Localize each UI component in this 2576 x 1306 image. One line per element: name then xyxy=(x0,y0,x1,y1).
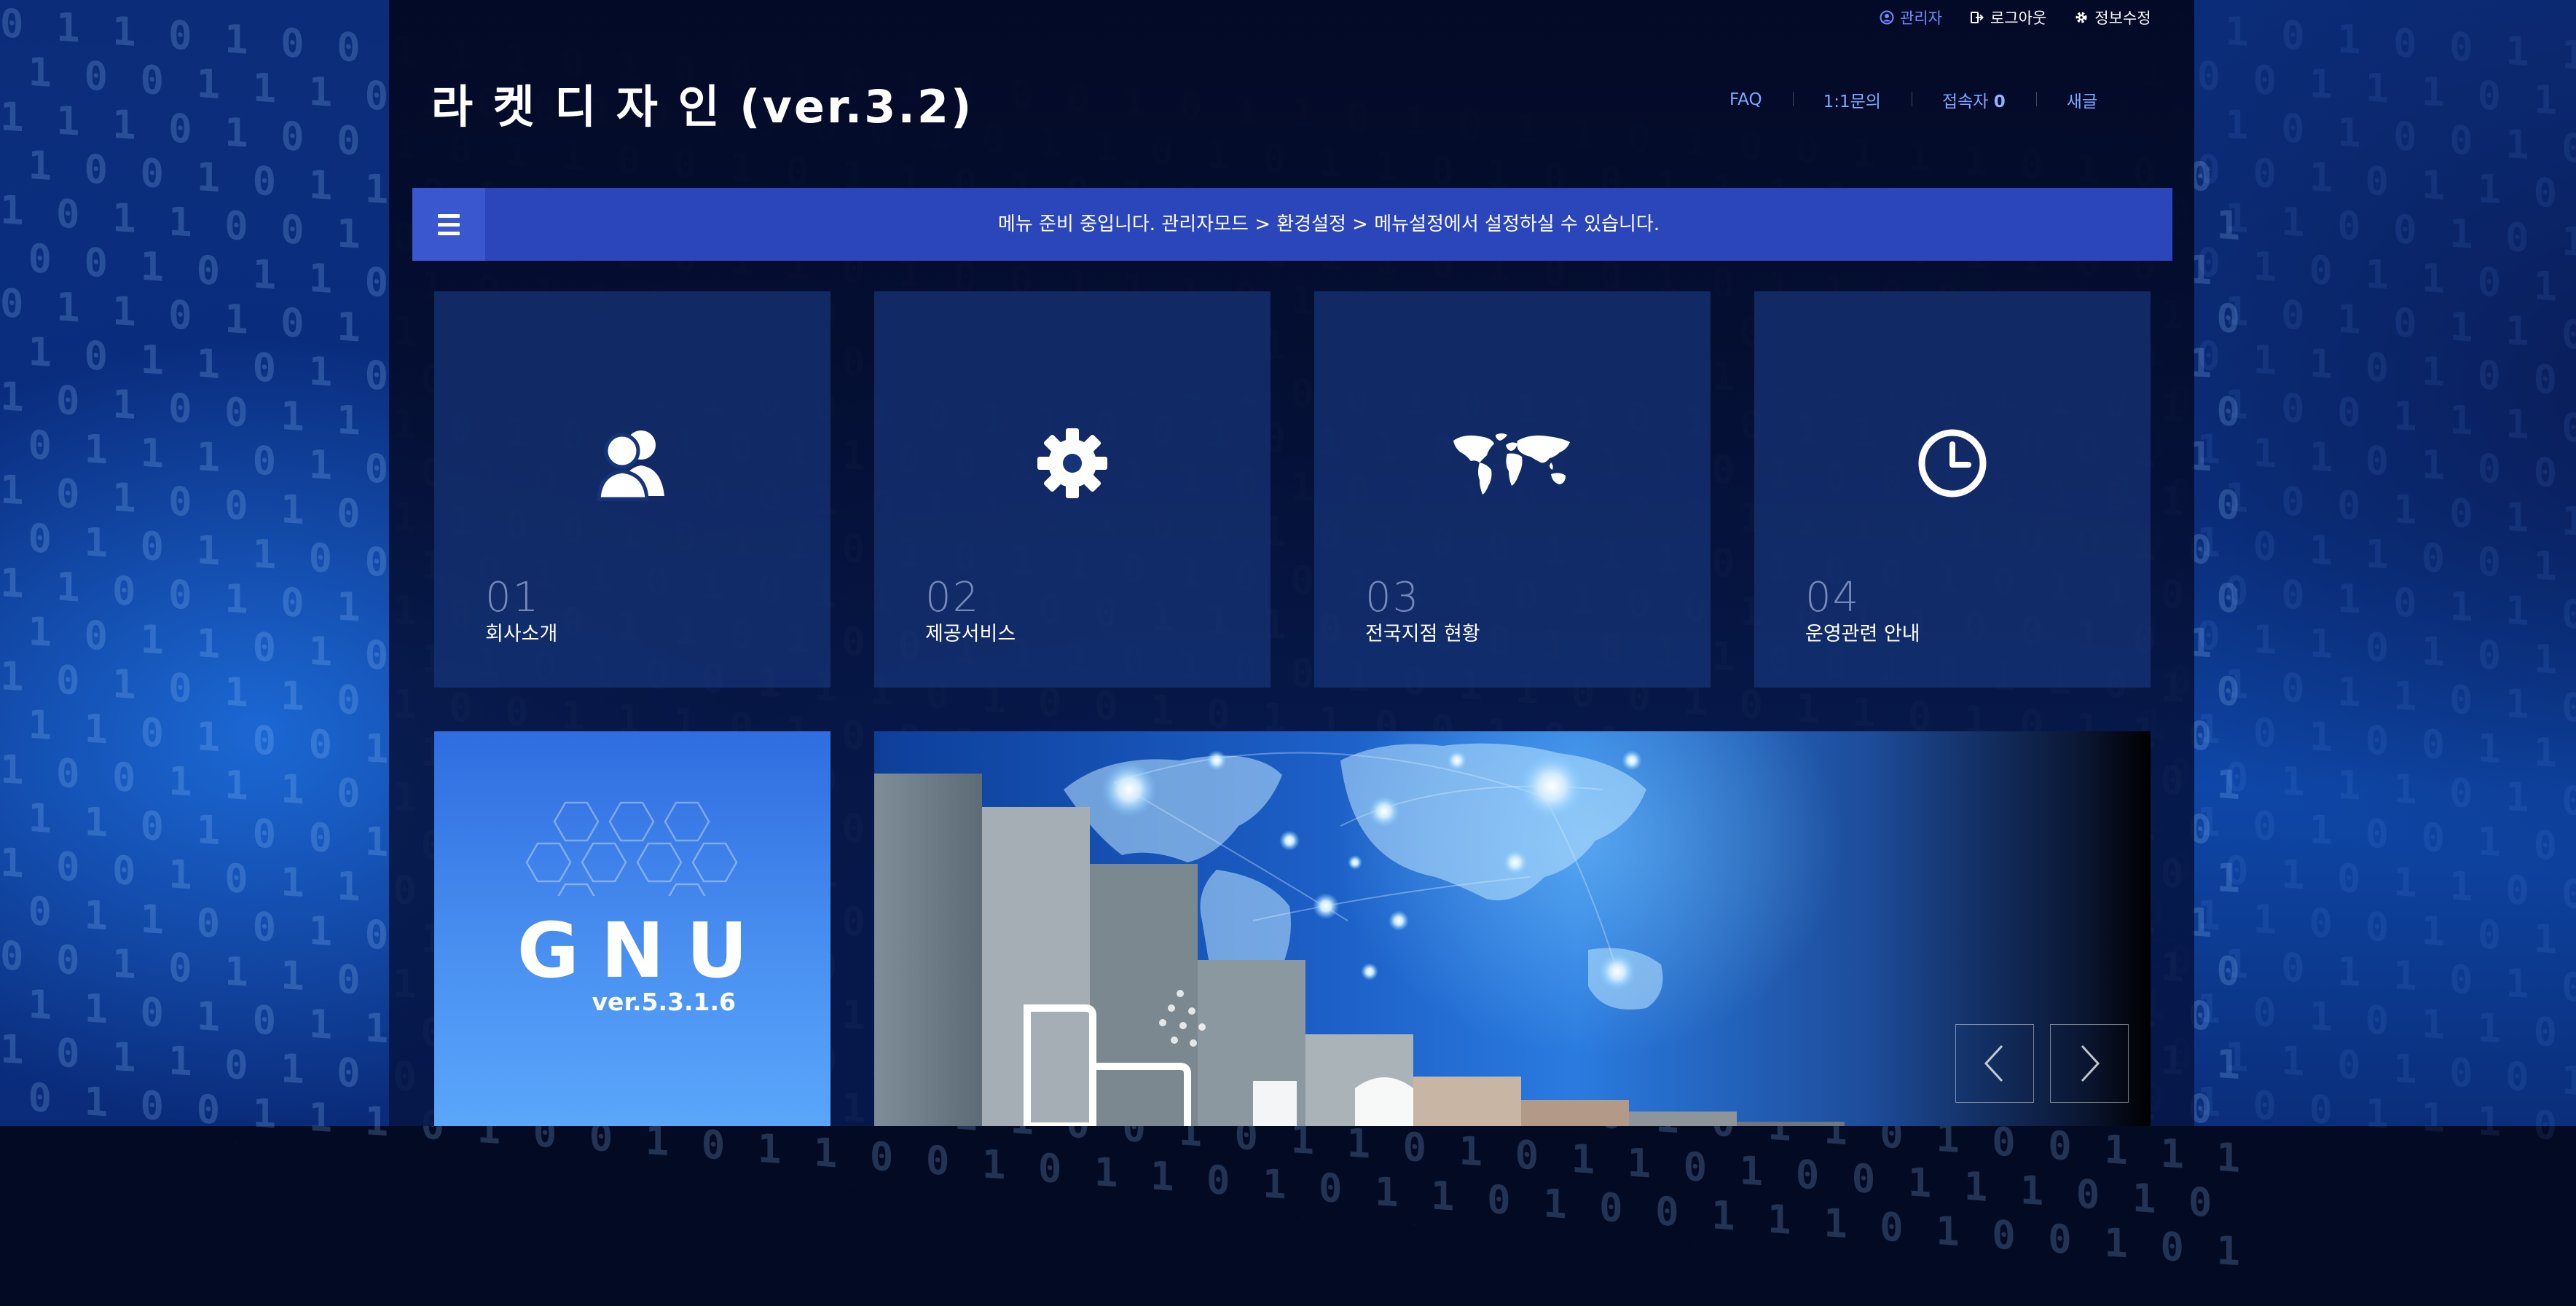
tile-label: 제공서비스 xyxy=(925,623,1016,645)
tile-label: 회사소개 xyxy=(485,623,558,645)
clock-icon xyxy=(1754,420,2151,507)
qa-link[interactable]: 1:1문의 xyxy=(1792,87,1912,112)
cog-icon xyxy=(2074,10,2089,25)
admin-label: 관리자 xyxy=(1900,9,1942,27)
main-image-slider xyxy=(874,731,2151,1126)
tile-number: 01 xyxy=(485,574,541,621)
logout-label: 로그아웃 xyxy=(1990,9,2047,27)
main-menu-bar: 메뉴 준비 중입니다. 관리자모드 > 환경설정 > 메뉴설정에서 설정하실 수… xyxy=(412,188,2172,261)
visitors-link[interactable]: 접속자 0 xyxy=(1911,87,2036,112)
header-nav: FAQ 1:1문의 접속자 0 새글 xyxy=(1699,87,2128,112)
new-posts-link[interactable]: 새글 xyxy=(2035,87,2128,112)
tile-branches[interactable]: 03 전국지점 현황 xyxy=(1314,291,1711,688)
tile-label: 전국지점 현황 xyxy=(1365,623,1480,645)
menu-placeholder-message: 메뉴 준비 중입니다. 관리자모드 > 환경설정 > 메뉴설정에서 설정하실 수… xyxy=(997,213,1660,235)
hamburger-icon-line xyxy=(438,222,460,227)
tile-number: 03 xyxy=(1365,574,1421,621)
slider-next-button[interactable] xyxy=(2050,1024,2129,1103)
user-circle-icon xyxy=(1880,10,1894,25)
profile-edit-link[interactable]: 정보수정 xyxy=(2074,7,2151,28)
sign-out-icon xyxy=(1970,10,1984,25)
hamburger-icon-line xyxy=(438,213,460,218)
hamburger-icon-line xyxy=(438,231,460,235)
profile-edit-label: 정보수정 xyxy=(2094,9,2151,27)
tile-number: 04 xyxy=(1805,574,1861,621)
tile-number: 02 xyxy=(925,574,981,621)
tile-services[interactable]: 02 제공서비스 xyxy=(874,291,1271,688)
hamburger-menu-button[interactable] xyxy=(412,188,485,261)
hexagon-pattern-icon xyxy=(525,801,738,896)
slider-prev-button[interactable] xyxy=(1955,1024,2034,1103)
gear-icon xyxy=(874,420,1271,507)
gnu-version: ver.5.3.1.6 xyxy=(592,988,736,1016)
user-bar: 관리자 로그아웃 정보수정 xyxy=(1880,6,2151,29)
tile-operation-guide[interactable]: 04 운영관련 안내 xyxy=(1754,291,2151,688)
gnu-title: GNU xyxy=(517,906,770,995)
visitors-count: 0 xyxy=(1993,93,2006,111)
tile-label: 운영관련 안내 xyxy=(1805,623,1920,645)
faq-link[interactable]: FAQ xyxy=(1699,90,1793,109)
chevron-left-icon xyxy=(1984,1045,2003,1082)
users-icon xyxy=(434,420,830,507)
gnu-version-box: GNU ver.5.3.1.6 xyxy=(434,731,830,1126)
logout-link[interactable]: 로그아웃 xyxy=(1970,7,2046,28)
admin-link[interactable]: 관리자 xyxy=(1880,7,1942,28)
visitors-label: 접속자 xyxy=(1941,93,1989,111)
tile-company-intro[interactable]: 01 회사소개 xyxy=(434,291,830,688)
site-logo[interactable]: 라 켓 디 자 인 (ver.3.2) xyxy=(431,70,973,135)
chevron-right-icon xyxy=(2081,1045,2100,1082)
world-map-icon xyxy=(1314,420,1711,507)
